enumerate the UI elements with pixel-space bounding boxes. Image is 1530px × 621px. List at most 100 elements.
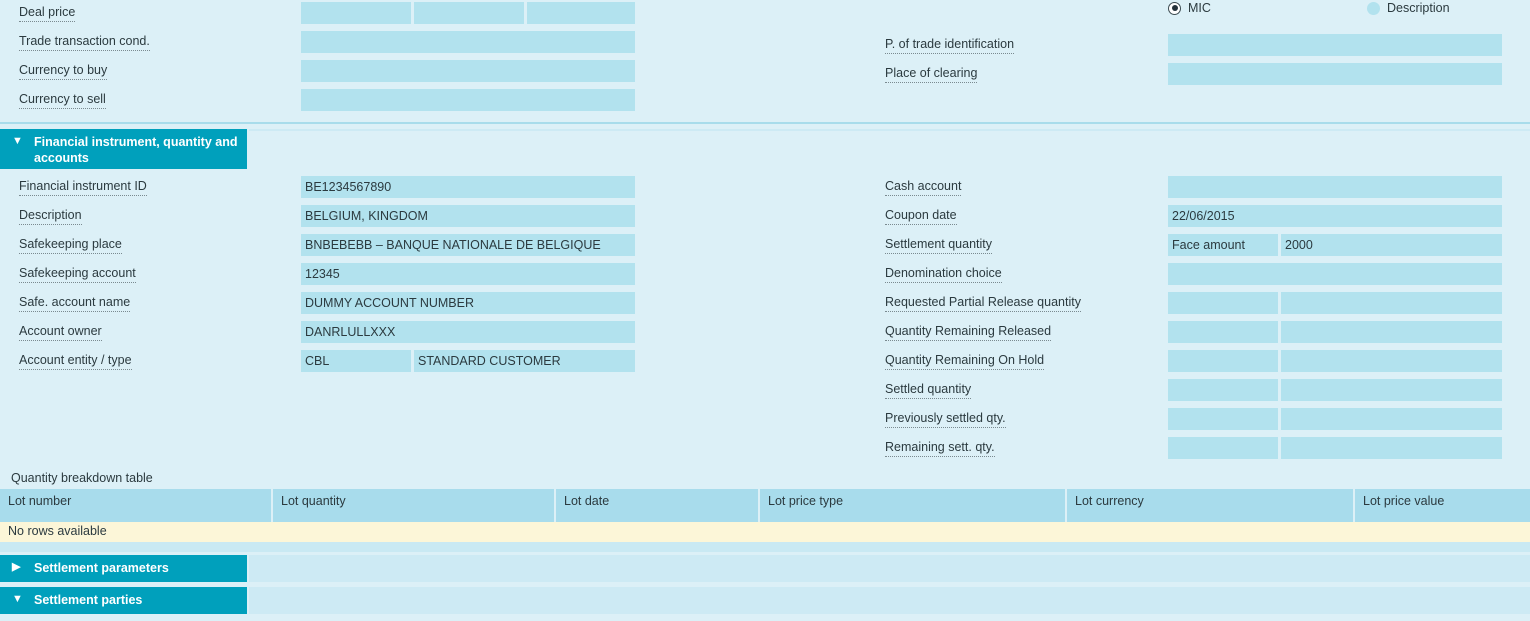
label-trade-transaction-cond: Trade transaction cond. — [19, 34, 150, 51]
field-row-previously-settled-qty: Previously settled qty. — [885, 408, 1530, 437]
field-row-p-of-trade-identification: P. of trade identification — [885, 34, 1525, 63]
place-of-trade-radio-group: MIC Description — [1168, 1, 1518, 21]
settlement-parameters-strip — [249, 555, 1530, 582]
column-header-lot-date[interactable]: Lot date — [556, 489, 760, 522]
column-header-lot-currency[interactable]: Lot currency — [1067, 489, 1355, 522]
table-footer-strip — [0, 542, 1530, 552]
field-row-account-owner: Account owner DANRLULLXXX — [19, 321, 659, 350]
radio-label-description: Description — [1387, 1, 1450, 15]
input-settlement-quantity-value[interactable]: 2000 — [1281, 234, 1502, 256]
input-settlement-quantity-type[interactable]: Face amount — [1168, 234, 1278, 256]
top-right-field-group: P. of trade identification Place of clea… — [885, 34, 1525, 92]
input-quantity-remaining-on-hold-type[interactable] — [1168, 350, 1278, 372]
input-quantity-remaining-on-hold-value[interactable] — [1281, 350, 1502, 372]
section-header-settlement-parties-label: Settlement parties — [34, 593, 143, 607]
field-row-currency-to-buy: Currency to buy — [19, 60, 659, 89]
column-header-lot-number[interactable]: Lot number — [0, 489, 273, 522]
label-currency-to-buy: Currency to buy — [19, 63, 108, 80]
input-requested-partial-release-quantity-value[interactable] — [1281, 292, 1502, 314]
input-currency-to-sell[interactable] — [301, 89, 635, 111]
input-place-of-clearing[interactable] — [1168, 63, 1502, 85]
field-row-deal-price: Deal price — [19, 2, 659, 31]
financial-right-field-group: Cash account Coupon date 22/06/2015 Sett… — [885, 176, 1530, 466]
input-deal-price-2[interactable] — [414, 2, 524, 24]
column-header-lot-price-type[interactable]: Lot price type — [760, 489, 1067, 522]
column-header-lot-quantity[interactable]: Lot quantity — [273, 489, 556, 522]
field-row-account-entity-type: Account entity / type CBL STANDARD CUSTO… — [19, 350, 659, 379]
radio-unselected-icon — [1367, 1, 1380, 15]
input-settled-quantity-type[interactable] — [1168, 379, 1278, 401]
section-header-financial-instrument[interactable]: ▼ Financial instrument, quantity and acc… — [0, 129, 247, 169]
field-row-safe-account-name: Safe. account name DUMMY ACCOUNT NUMBER — [19, 292, 659, 321]
field-row-quantity-remaining-on-hold: Quantity Remaining On Hold — [885, 350, 1530, 379]
settlement-parties-strip — [249, 587, 1530, 614]
top-left-field-group: Deal price Trade transaction cond. Curre… — [19, 2, 659, 118]
field-row-cash-account: Cash account — [885, 176, 1530, 205]
label-description: Description — [19, 208, 82, 225]
input-deal-price-3[interactable] — [527, 2, 635, 24]
section-header-financial-instrument-label: Financial instrument, quantity and accou… — [34, 135, 238, 165]
label-quantity-remaining-on-hold: Quantity Remaining On Hold — [885, 353, 1045, 370]
input-account-type[interactable]: STANDARD CUSTOMER — [414, 350, 635, 372]
field-row-quantity-remaining-released: Quantity Remaining Released — [885, 321, 1530, 350]
label-currency-to-sell: Currency to sell — [19, 92, 106, 109]
input-safekeeping-account[interactable]: 12345 — [301, 263, 635, 285]
radio-label-mic: MIC — [1188, 1, 1211, 15]
input-requested-partial-release-quantity-type[interactable] — [1168, 292, 1278, 314]
label-requested-partial-release-quantity: Requested Partial Release quantity — [885, 295, 1081, 312]
input-previously-settled-qty-type[interactable] — [1168, 408, 1278, 430]
chevron-down-icon-parties: ▼ — [12, 593, 23, 605]
section-header-settlement-parameters-label: Settlement parameters — [34, 561, 169, 575]
input-coupon-date[interactable]: 22/06/2015 — [1168, 205, 1502, 227]
label-deal-price: Deal price — [19, 5, 76, 22]
input-financial-instrument-id[interactable]: BE1234567890 — [301, 176, 635, 198]
chevron-right-icon: ▶ — [12, 561, 21, 573]
label-previously-settled-qty: Previously settled qty. — [885, 411, 1006, 428]
field-row-safekeeping-place: Safekeeping place BNBEBEBB – BANQUE NATI… — [19, 234, 659, 263]
field-row-place-of-clearing: Place of clearing — [885, 63, 1525, 92]
input-deal-price-1[interactable] — [301, 2, 411, 24]
input-cash-account[interactable] — [1168, 176, 1502, 198]
radio-option-mic[interactable]: MIC — [1168, 1, 1211, 15]
chevron-down-icon: ▼ — [12, 135, 23, 147]
field-row-currency-to-sell: Currency to sell — [19, 89, 659, 118]
label-settlement-quantity: Settlement quantity — [885, 237, 993, 254]
section-divider — [0, 122, 1530, 124]
label-place-of-clearing: Place of clearing — [885, 66, 978, 83]
input-trade-transaction-cond[interactable] — [301, 31, 635, 53]
column-header-lot-price-value[interactable]: Lot price value — [1355, 489, 1530, 522]
field-row-financial-instrument-id: Financial instrument ID BE1234567890 — [19, 176, 659, 205]
financial-left-field-group: Financial instrument ID BE1234567890 Des… — [19, 176, 659, 379]
input-quantity-remaining-released-type[interactable] — [1168, 321, 1278, 343]
input-remaining-sett-qty-value[interactable] — [1281, 437, 1502, 459]
table-header-row: Lot number Lot quantity Lot date Lot pri… — [0, 489, 1530, 522]
input-safekeeping-place[interactable]: BNBEBEBB – BANQUE NATIONALE DE BELGIQUE — [301, 234, 635, 256]
input-remaining-sett-qty-type[interactable] — [1168, 437, 1278, 459]
radio-selected-icon — [1168, 1, 1181, 15]
label-cash-account: Cash account — [885, 179, 962, 196]
section-header-settlement-parameters[interactable]: ▶ Settlement parameters — [0, 555, 247, 582]
input-description[interactable]: BELGIUM, KINGDOM — [301, 205, 635, 227]
section-top-strip — [249, 129, 1530, 131]
input-denomination-choice[interactable] — [1168, 263, 1502, 285]
field-row-trade-transaction-cond: Trade transaction cond. — [19, 31, 659, 60]
label-account-entity-type: Account entity / type — [19, 353, 132, 370]
input-safe-account-name[interactable]: DUMMY ACCOUNT NUMBER — [301, 292, 635, 314]
input-account-owner[interactable]: DANRLULLXXX — [301, 321, 635, 343]
table-empty-message: No rows available — [0, 522, 1530, 542]
input-currency-to-buy[interactable] — [301, 60, 635, 82]
quantity-breakdown-table-caption: Quantity breakdown table — [11, 471, 153, 485]
input-quantity-remaining-released-value[interactable] — [1281, 321, 1502, 343]
input-p-of-trade-identification[interactable] — [1168, 34, 1502, 56]
section-header-settlement-parties[interactable]: ▼ Settlement parties — [0, 587, 247, 614]
label-safe-account-name: Safe. account name — [19, 295, 131, 312]
label-p-of-trade-identification: P. of trade identification — [885, 37, 1015, 54]
input-settled-quantity-value[interactable] — [1281, 379, 1502, 401]
input-account-entity[interactable]: CBL — [301, 350, 411, 372]
label-account-owner: Account owner — [19, 324, 102, 341]
radio-option-description[interactable]: Description — [1367, 1, 1450, 15]
label-remaining-sett-qty: Remaining sett. qty. — [885, 440, 995, 457]
field-row-requested-partial-release-quantity: Requested Partial Release quantity — [885, 292, 1530, 321]
field-row-coupon-date: Coupon date 22/06/2015 — [885, 205, 1530, 234]
input-previously-settled-qty-value[interactable] — [1281, 408, 1502, 430]
